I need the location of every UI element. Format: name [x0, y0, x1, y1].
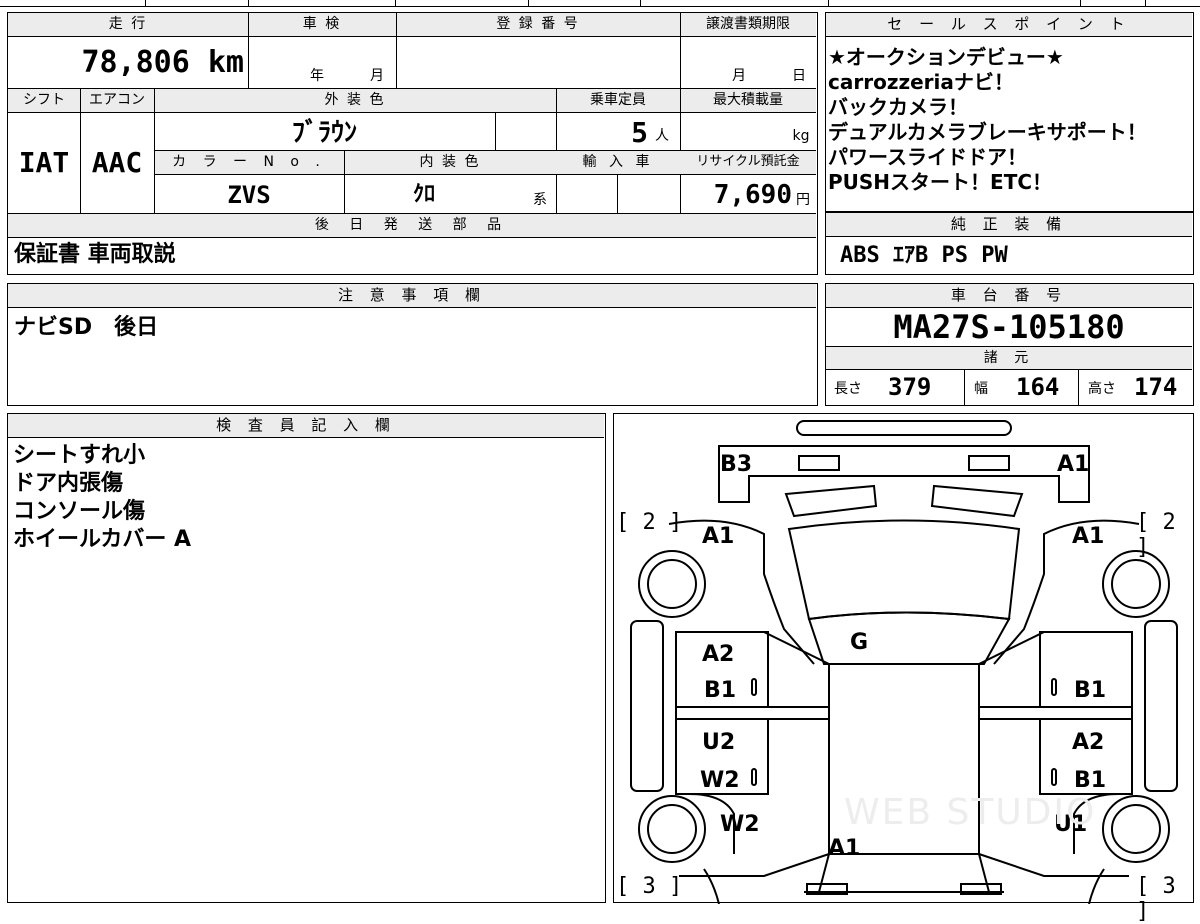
- sales-points-header: セ ー ル ス ポ イ ン ト: [826, 13, 1192, 37]
- inspection-year-unit: 年: [310, 68, 326, 84]
- import-car-header: 輸 入 車: [582, 154, 654, 170]
- sales-points-box: セ ー ル ス ポ イ ン ト ★オークションデビュー★ carrozzeria…: [825, 12, 1194, 212]
- max-load-header: 最大積載量: [713, 92, 783, 108]
- color-no-value: ZVS: [227, 181, 271, 209]
- chassis-box: 車 台 番 号 MA27S-105180 諸 元 長さ 379 幅 164 高さ…: [825, 283, 1194, 406]
- inspector-box: 検 査 員 記 入 欄 シートすれ小 ドア内張傷 コンソール傷 ホイールカバー …: [7, 413, 606, 903]
- label-door-rl-2: B1: [704, 678, 737, 703]
- top-strip: [0, 0, 1200, 8]
- label-door-fl-1: U2: [702, 730, 736, 755]
- damage-diagram: B3 A1 [ 2 ] [ 2 ] [ 3 ] [ 3 ] A1 A1 G A2…: [613, 413, 1194, 924]
- bracket-bottom-right: [ 3 ]: [1136, 874, 1176, 924]
- inspector-note: ホイールカバー A: [13, 527, 192, 552]
- label-glass: G: [850, 630, 869, 655]
- specs-header: 諸 元: [983, 350, 1035, 366]
- mileage-value: 78,806 km: [81, 45, 244, 80]
- label-door-fl-2: W2: [700, 768, 740, 793]
- exterior-color-header: 外 装 色: [324, 92, 386, 108]
- mileage-header: 走 行: [108, 16, 148, 32]
- height-label: 高さ: [1088, 381, 1116, 397]
- inspector-notes: シートすれ小 ドア内張傷 コンソール傷 ホイールカバー A: [13, 442, 191, 554]
- chassis-value: MA27S-105180: [893, 308, 1125, 346]
- inspection-month-unit: 月: [370, 68, 386, 84]
- genuine-equipment-value: ABS ｴｱB PS PW: [840, 243, 1008, 268]
- width-value: 164: [1016, 373, 1060, 401]
- later-parts-header: 後 日 発 送 部 品: [314, 217, 510, 233]
- caution-value: ナビSD 後日: [14, 315, 159, 340]
- recycle-fee-header: リサイクル預託金: [696, 154, 800, 169]
- sales-point-line: carrozzeriaナビ！: [828, 70, 1014, 94]
- shift-value: IAT: [18, 146, 70, 179]
- label-rear-left: B3: [720, 452, 753, 477]
- genuine-equipment-header: 純 正 装 備: [826, 213, 1192, 237]
- sales-point-line: パワースライドドア！: [828, 145, 1027, 169]
- sales-point-line: PUSHスタート！ETC！: [828, 170, 1053, 194]
- length-label: 長さ: [834, 381, 862, 397]
- deadline-day-unit: 日: [792, 68, 808, 84]
- inspector-note: ドア内張傷: [13, 471, 124, 496]
- registration-header: 登 録 番 号: [496, 16, 580, 32]
- capacity-header: 乗車定員: [590, 92, 646, 108]
- bracket-bottom-left: [ 3 ]: [616, 874, 683, 899]
- aircon-value: AAC: [91, 146, 143, 179]
- label-door-rr: B1: [1074, 678, 1107, 703]
- label-door-fr-1: A2: [1072, 730, 1105, 755]
- aircon-header: エアコン: [89, 92, 145, 108]
- bracket-top-left: [ 2 ]: [616, 510, 683, 535]
- inspector-note: コンソール傷: [13, 499, 146, 524]
- sales-point-line: バックカメラ！: [828, 95, 968, 119]
- recycle-fee-unit: 円: [796, 192, 810, 208]
- transfer-deadline-header: 譲渡書類期限: [706, 16, 790, 32]
- sales-point-line: デュアルカメラブレーキサポート！: [828, 120, 1147, 144]
- height-value: 174: [1134, 373, 1178, 401]
- label-fender-front-left: W2: [720, 812, 760, 837]
- deadline-month-unit: 月: [732, 68, 748, 84]
- max-load-unit: kg: [792, 128, 810, 144]
- watermark: WEB STUDIO: [844, 792, 1097, 833]
- vehicle-info-grid: 走 行 車 検 登 録 番 号 譲渡書類期限 78,806 km 年 月 月 日…: [7, 12, 818, 275]
- color-no-header: カ ラ ー N o .: [172, 154, 326, 170]
- inspector-note: シートすれ小: [13, 443, 146, 468]
- sales-point-line: ★オークションデビュー★: [828, 45, 1064, 69]
- label-fender-rear-right: A1: [1072, 524, 1105, 549]
- later-parts-value: 保証書 車両取説: [14, 242, 176, 267]
- length-value: 379: [888, 373, 932, 401]
- exterior-color-value: ﾌﾞﾗｳﾝ: [291, 118, 357, 148]
- label-rear-right: A1: [1057, 452, 1090, 477]
- capacity-value: 5: [631, 116, 648, 149]
- label-door-fr-2: B1: [1074, 768, 1107, 793]
- genuine-equipment-box: 純 正 装 備 ABS ｴｱB PS PW: [825, 212, 1194, 275]
- sales-points-list: ★オークションデビュー★ carrozzeriaナビ！ バックカメラ！ デュアル…: [828, 45, 1147, 195]
- inspection-header: 車 検: [302, 16, 342, 32]
- capacity-unit: 人: [655, 128, 671, 144]
- caution-header: 注 意 事 項 欄: [8, 284, 816, 308]
- recycle-fee-value: 7,690: [713, 180, 792, 210]
- interior-color-suffix: 系: [533, 192, 549, 208]
- shift-header: シフト: [23, 92, 65, 108]
- label-hood: A1: [828, 836, 861, 861]
- bracket-top-right: [ 2 ]: [1136, 510, 1176, 560]
- label-door-rl-1: A2: [702, 642, 735, 667]
- interior-color-value: ｸﾛ: [412, 182, 435, 207]
- width-label: 幅: [974, 381, 988, 397]
- chassis-header: 車 台 番 号: [826, 284, 1192, 308]
- label-fender-rear-left: A1: [702, 524, 735, 549]
- interior-color-header: 内 装 色: [419, 154, 481, 170]
- inspector-header: 検 査 員 記 入 欄: [8, 414, 604, 438]
- caution-box: 注 意 事 項 欄 ナビSD 後日: [7, 283, 818, 406]
